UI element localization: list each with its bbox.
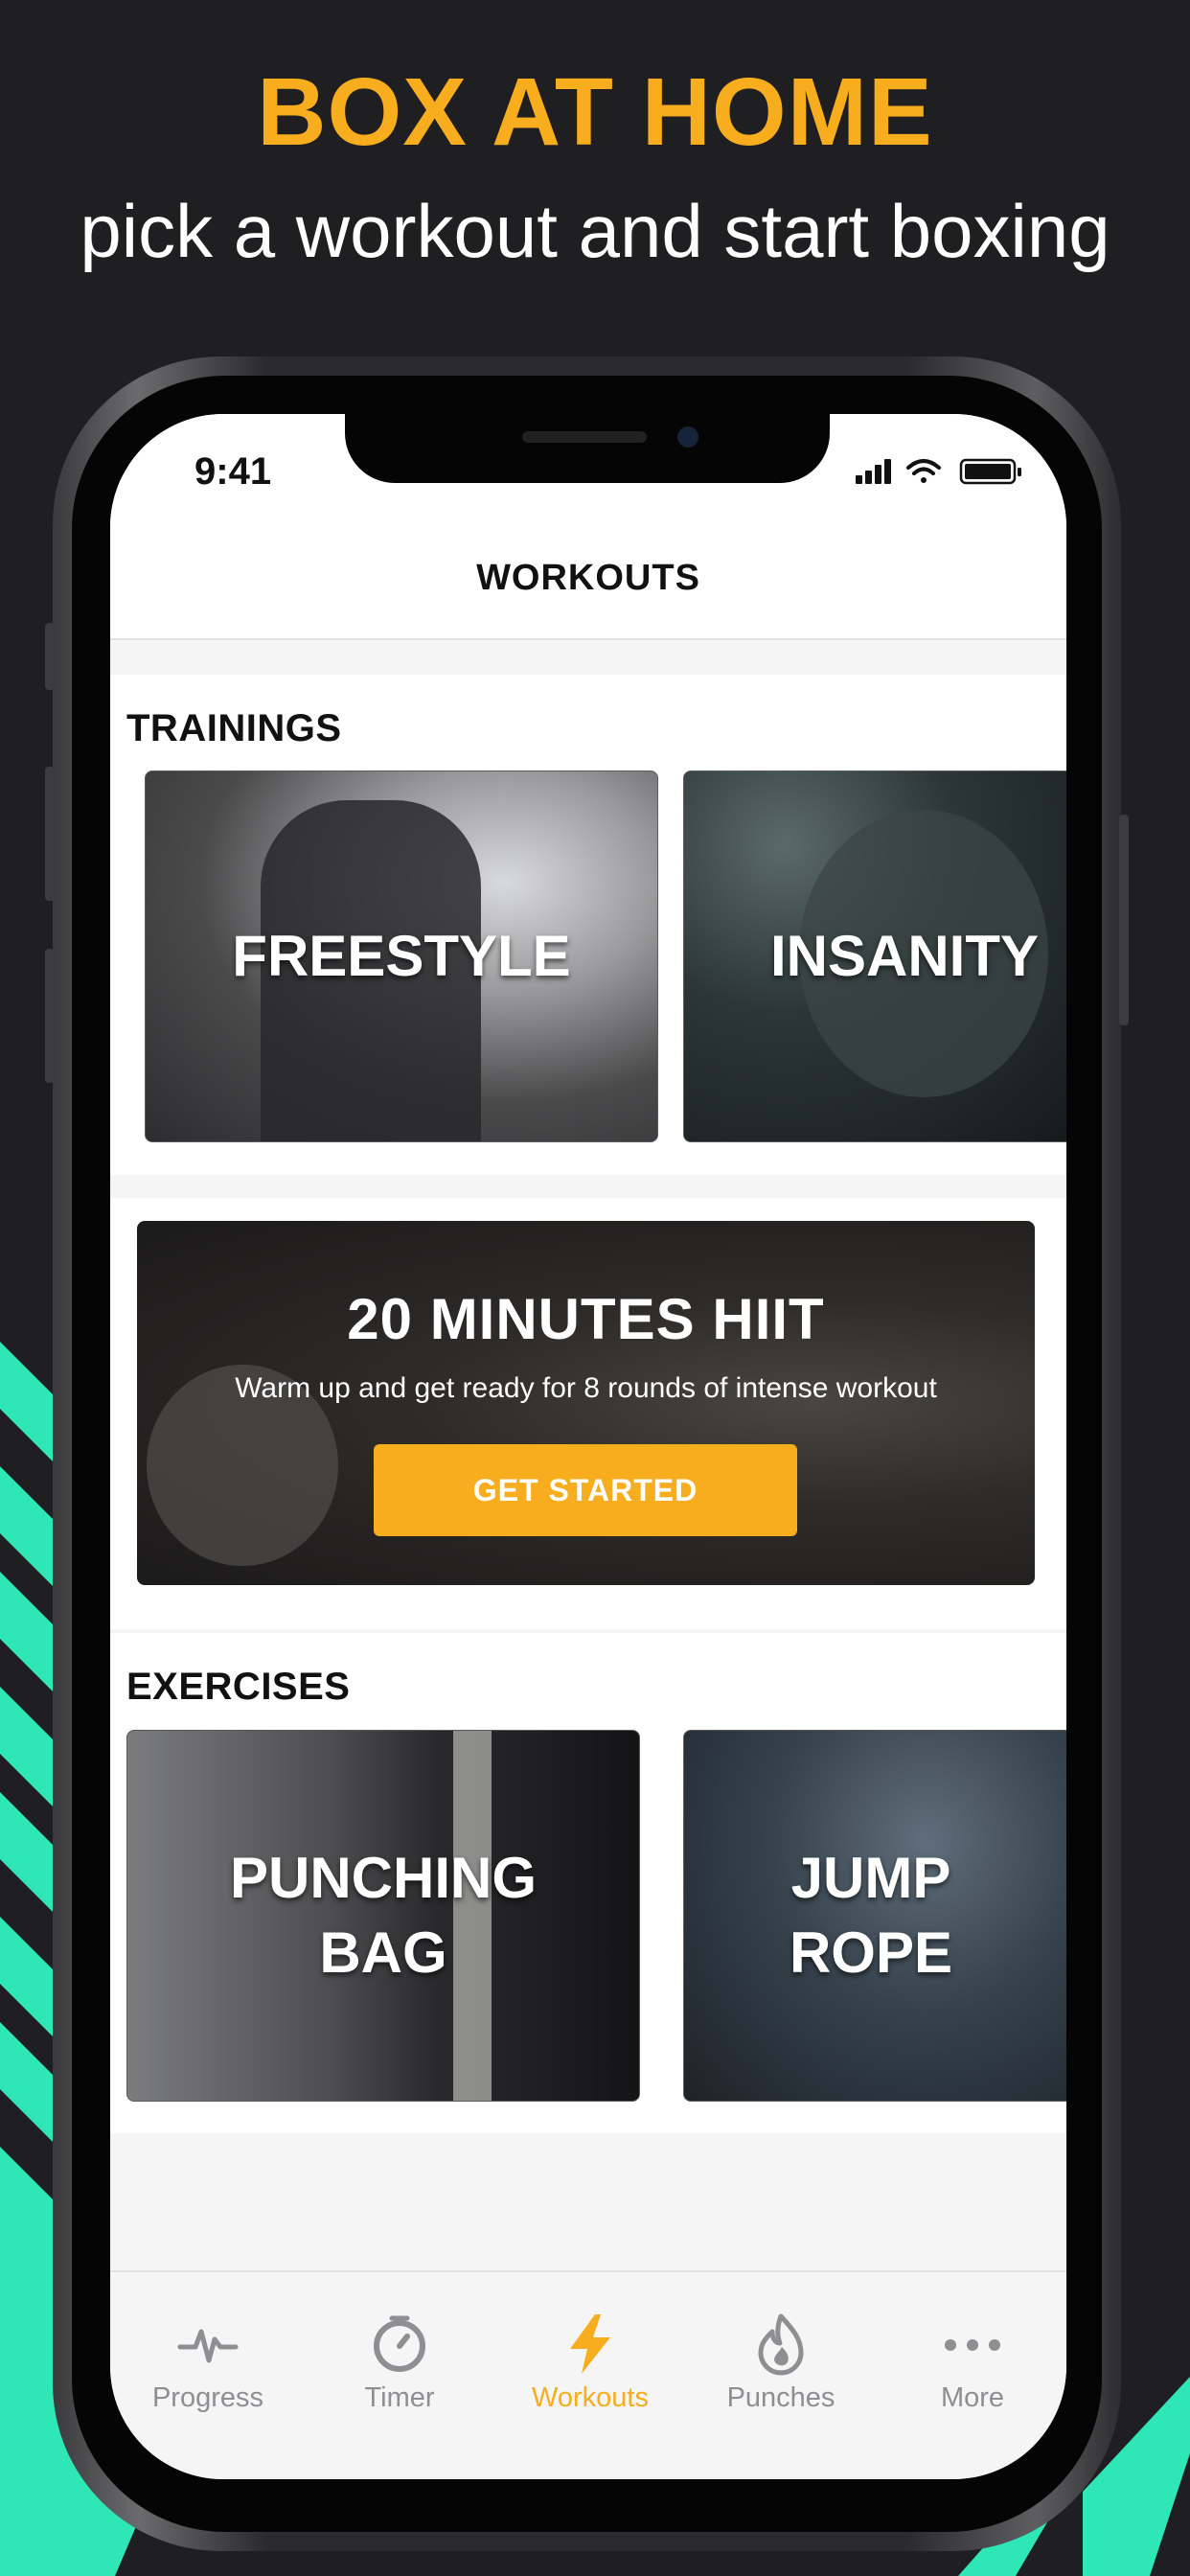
tab-timer[interactable]: Timer (304, 2272, 495, 2479)
tab-label: Punches (726, 2382, 835, 2413)
phone-side-button (45, 949, 55, 1083)
hiit-subtitle: Warm up and get ready for 8 rounds of in… (235, 1372, 937, 1404)
tab-bar: Progress Timer Workouts Punches More (110, 2270, 1066, 2479)
training-card-freestyle[interactable]: FREESTYLE (145, 770, 658, 1142)
tab-label: Progress (151, 2382, 264, 2413)
tab-progress[interactable]: Progress (112, 2272, 304, 2479)
exercise-card-punching-bag[interactable]: PUNCHING BAG (126, 1730, 640, 2102)
speaker (522, 431, 647, 443)
phone-screen: 9:41 WORKOUTS TRAININGS FREESTYLE INSANI… (110, 414, 1066, 2479)
signal-icon (856, 459, 891, 484)
front-camera (677, 426, 698, 448)
flame-icon (758, 2313, 804, 2376)
tab-punches[interactable]: Punches (685, 2272, 877, 2479)
promo-subline: pick a workout and start boxing (80, 189, 1110, 273)
phone-side-button (1119, 815, 1129, 1025)
exercises-title: EXERCISES (126, 1666, 351, 1708)
tab-workouts[interactable]: Workouts (494, 2272, 686, 2479)
trainings-section: TRAININGS FREESTYLE INSANITY (110, 675, 1066, 1175)
tab-label: More (940, 2382, 1005, 2413)
exercise-card-label: PUNCHING BAG (229, 1846, 537, 1985)
lightning-icon (570, 2314, 610, 2374)
training-card-label: INSANITY (769, 924, 1040, 988)
page-title: WORKOUTS (476, 558, 700, 598)
get-started-button[interactable]: GET STARTED (374, 1444, 797, 1536)
status-time: 9:41 (195, 450, 272, 493)
more-dots-icon (945, 2339, 1000, 2351)
exercises-section: EXERCISES PUNCHING BAG JUMP ROPE (110, 1633, 1066, 2133)
timer-icon (374, 2315, 425, 2372)
tab-label: Workouts (532, 2382, 649, 2413)
pulse-icon (177, 2329, 239, 2363)
exercise-card-label: JUMP ROPE (789, 1846, 953, 1985)
tab-label: Timer (364, 2382, 435, 2413)
hiit-title: 20 MINUTES HIIT (347, 1287, 825, 1351)
phone-side-button (45, 767, 55, 901)
promo-headline: BOX AT HOME (257, 58, 933, 166)
training-card-label: FREESTYLE (232, 924, 571, 988)
navbar: WORKOUTS (110, 510, 1066, 640)
battery-icon (959, 458, 1021, 485)
exercise-card-jump-rope[interactable]: JUMP ROPE (683, 1730, 1066, 2102)
trainings-title: TRAININGS (126, 707, 342, 749)
training-card-insanity[interactable]: INSANITY (683, 770, 1066, 1142)
phone-notch (345, 414, 830, 483)
status-icons (856, 458, 1021, 485)
hiit-banner[interactable]: 20 MINUTES HIIT Warm up and get ready fo… (137, 1221, 1035, 1585)
wifi-icon (906, 459, 941, 483)
phone-side-button (45, 623, 55, 690)
tab-more[interactable]: More (877, 2272, 1066, 2479)
